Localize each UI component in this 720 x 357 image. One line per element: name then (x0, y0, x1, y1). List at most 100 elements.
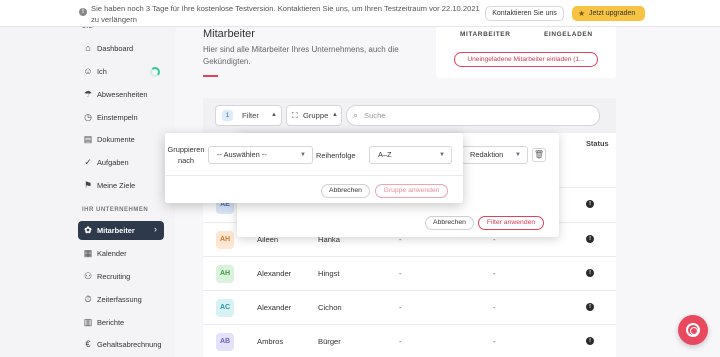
sidebar-item-label: Abwesenheiten (97, 90, 148, 99)
group-by-select[interactable]: -- Auswählen -- ▼ (208, 146, 313, 164)
search-icon: ⌕ (353, 110, 359, 120)
sidebar-item-payroll[interactable]: € Gehaltsabrechnung (78, 335, 164, 354)
sidebar-item-absences[interactable]: ☂ Abwesenheiten (78, 85, 164, 104)
sidebar-item-label: Zeiterfassung (97, 295, 142, 304)
status-info-icon[interactable]: ! (586, 303, 594, 311)
sidebar-section-company: IHR UNTERNEHMEN (82, 207, 149, 213)
dashboard-icon: ⌂ (85, 43, 91, 53)
table-row[interactable]: AC Alexander Cichon - - ! (203, 290, 616, 324)
apply-group-button[interactable]: Gruppe anwenden (375, 184, 448, 198)
caret-down-icon: ▼ (515, 152, 521, 158)
employees-icon: ✿ (84, 225, 92, 235)
search-box[interactable]: ⌕ (346, 105, 600, 126)
support-chat-button[interactable] (678, 315, 708, 345)
first-name: Ambros (257, 337, 284, 346)
invite-uninvited-button[interactable]: Uneingeladene Mitarbeiter einladen (1... (454, 52, 598, 67)
contact-us-button[interactable]: Kontaktieren Sie uns (485, 6, 564, 21)
star-icon: ★ (578, 9, 586, 18)
group-button[interactable]: ⛶ Gruppe ▲ (286, 105, 342, 126)
filter-count-badge: 1 (222, 110, 233, 121)
sidebar-item-employees[interactable]: ✿ Mitarbeiter › (78, 221, 164, 240)
column-value: - (493, 269, 496, 278)
sidebar-item-reports[interactable]: ▥ Berichte (78, 313, 164, 332)
table-row[interactable]: AB Ambros Bürger - - ! (203, 324, 616, 357)
group-icon: ⛶ (292, 111, 298, 120)
user-icon: ☺ (83, 66, 93, 76)
stats-card: MITARBEITER EINGELADEN Uneingeladene Mit… (436, 18, 616, 78)
sidebar-item-time-tracking[interactable]: ⏱ Zeiterfassung (78, 290, 164, 309)
search-input[interactable] (364, 109, 584, 122)
sidebar-item-dashboard[interactable]: ⌂ Dashboard (78, 39, 164, 58)
sidebar-item-tasks[interactable]: ✓ Aufgaben (78, 153, 164, 172)
status-info-icon[interactable]: ! (586, 337, 594, 345)
sidebar-item-goals[interactable]: ⚑ Meine Ziele (78, 176, 164, 195)
sidebar-item-label: Kalender (97, 249, 127, 258)
time-tracking-icon: ⏱ (84, 294, 92, 304)
first-name: Alexander (257, 303, 292, 312)
last-name: Cichon (318, 303, 342, 312)
column-value: - (399, 303, 402, 312)
trial-banner-text: Sie haben noch 3 Tage für Ihre kostenlos… (91, 4, 480, 24)
table-row[interactable]: AH Alexander Hingst - - ! (203, 256, 616, 290)
caret-down-icon: ▲ (271, 112, 277, 118)
caret-up-icon: ▲ (332, 112, 338, 118)
status-info-icon[interactable]: ! (586, 269, 594, 277)
order-label: Reihenfolge (316, 151, 356, 160)
column-value: - (493, 303, 496, 312)
sidebar-item-label: Dashboard (97, 44, 134, 53)
order-value: A–Z (378, 150, 392, 159)
info-icon: ! (79, 8, 87, 16)
sidebar-item-label: Meine Ziele (97, 181, 136, 190)
filter-field-select[interactable]: Redaktion ▼ (461, 146, 528, 164)
filter-button-label: Filter (242, 111, 259, 120)
column-value: - (399, 269, 402, 278)
column-header-status[interactable]: Status (586, 139, 609, 148)
lifebuoy-icon (686, 323, 700, 337)
sidebar-item-label: Mitarbeiter (97, 226, 135, 235)
status-info-icon[interactable]: ! (586, 200, 594, 208)
sidebar-item-calendar[interactable]: ▦ Kalender (78, 244, 164, 263)
sidebar-item-documents[interactable]: ▤ Dokumente (78, 130, 164, 149)
sidebar-item-label: Recruiting (97, 272, 131, 281)
caret-down-icon: ▼ (300, 152, 306, 158)
profile-progress-ring (150, 67, 160, 77)
group-by-value: -- Auswählen -- (217, 150, 267, 159)
sidebar-item-label: Ich (97, 67, 107, 76)
group-popover: Gruppieren nach -- Auswählen -- ▼ Reihen… (165, 133, 463, 203)
group-cancel-button[interactable]: Abbrechen (321, 184, 370, 198)
sidebar-item-label: Gehaltsabrechnung (97, 340, 162, 349)
avatar: AH (216, 265, 234, 283)
page-title: Mitarbeiter (203, 28, 255, 40)
tasks-icon: ✓ (84, 157, 92, 167)
sidebar-item-label: Berichte (97, 318, 125, 327)
avatar: AB (216, 333, 234, 351)
sidebar-item-label: Einstempeln (97, 113, 138, 122)
document-icon: ▤ (83, 134, 93, 144)
popover-divider (165, 175, 463, 176)
filter-cancel-button[interactable]: Abbrechen (425, 216, 474, 230)
sidebar-item-clock-in[interactable]: ◷ Einstempeln (78, 108, 164, 127)
reports-icon: ▥ (83, 317, 93, 327)
last-name: Hingst (318, 269, 340, 278)
calendar-icon: ▦ (83, 248, 93, 258)
column-value: - (493, 337, 496, 346)
filter-field-value: Redaktion (470, 150, 504, 159)
group-by-label: Gruppieren nach (167, 145, 205, 165)
upgrade-button[interactable]: ★ Jetzt upgraden (572, 6, 645, 21)
title-accent-line (203, 75, 218, 77)
stat-invited-label: EINGELADEN (544, 31, 593, 38)
payroll-icon: € (85, 339, 91, 349)
order-select[interactable]: A–Z ▼ (369, 146, 452, 164)
delete-filter-icon[interactable]: 🗑 (532, 148, 546, 162)
sidebar-item-recruiting[interactable]: ⚇ Recruiting (78, 267, 164, 286)
upgrade-button-label: Jetzt upgraden (589, 10, 636, 17)
group-button-label: Gruppe (303, 111, 329, 120)
trial-banner: ! Sie haben noch 3 Tage für Ihre kostenl… (0, 0, 720, 27)
status-info-icon[interactable]: ! (586, 235, 594, 243)
last-name: Bürger (318, 337, 341, 346)
caret-down-icon: ▼ (439, 152, 445, 158)
apply-filter-button[interactable]: Filter anwenden (478, 216, 544, 230)
filter-button[interactable]: 1 Filter ▲ (215, 105, 282, 126)
first-name: Alexander (257, 269, 292, 278)
absence-icon: ☂ (83, 89, 93, 99)
